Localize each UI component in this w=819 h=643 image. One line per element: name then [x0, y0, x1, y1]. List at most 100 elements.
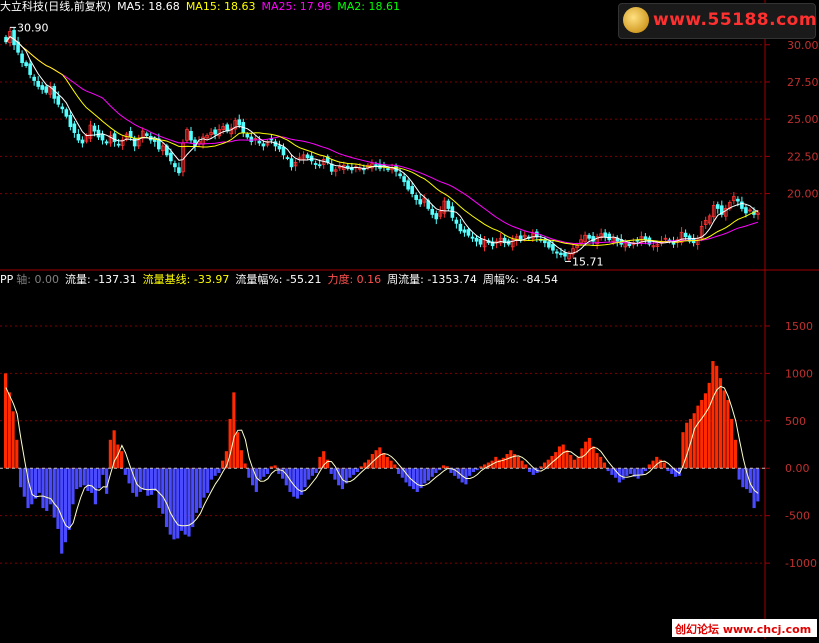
- flow-bar: [471, 468, 476, 473]
- candle-body: [44, 86, 49, 93]
- week-amp-value: 周幅%: -84.54: [482, 273, 558, 286]
- flow-bar: [295, 468, 300, 499]
- flow-bar: [355, 468, 359, 473]
- flow-tick-label: 1500: [785, 320, 813, 333]
- candle-body: [52, 86, 57, 99]
- flow-bar: [655, 456, 659, 469]
- flow-bar: [711, 361, 715, 469]
- flow-bar: [213, 468, 217, 476]
- watermark-55188-text: www.55188.com: [653, 10, 818, 30]
- candle-body: [466, 229, 471, 236]
- candle-body: [547, 241, 551, 248]
- price-header: 大立科技(日线,前复权) MA5: 18.68 MA15: 18.63 MA25: 1…: [0, 0, 406, 14]
- candle-body: [402, 176, 406, 183]
- stock-chart-stage: 30.90 15.71 20.00 22.50 25.00 27.50 30.00 -100…: [0, 0, 819, 639]
- flow-bar: [187, 468, 191, 537]
- axis-value: 轴: 0.00: [16, 273, 59, 286]
- price-tick-label: 22.50: [787, 150, 819, 163]
- stock-title: 大立科技(日线,前复权): [0, 0, 112, 13]
- candle-body: [478, 239, 483, 245]
- watermark-logo-icon: [623, 7, 649, 33]
- flow-bar: [310, 468, 315, 476]
- flow-bar: [621, 468, 625, 480]
- flow-tick-label: 1000: [785, 367, 813, 380]
- candle-body: [398, 173, 402, 177]
- flow-bar: [22, 468, 26, 497]
- flow-bar: [75, 468, 79, 490]
- flow-bar: [303, 468, 307, 488]
- candle-body: [434, 213, 439, 220]
- flow-bar: [254, 468, 258, 492]
- flow-panel[interactable]: [0, 361, 765, 554]
- flow-bar: [157, 468, 161, 509]
- flow-bar: [15, 439, 19, 469]
- flow-bar: [258, 468, 262, 480]
- flow-bar: [33, 468, 38, 499]
- price-panel[interactable]: 30.90 15.71: [4, 21, 760, 268]
- candle-body: [277, 145, 282, 150]
- flow-bar: [239, 450, 243, 469]
- candle-body: [12, 30, 16, 46]
- flow-bar: [7, 392, 11, 469]
- flow-bar: [737, 468, 741, 480]
- candle-body: [555, 251, 559, 254]
- candle-body: [470, 236, 475, 239]
- flow-bar: [164, 468, 169, 528]
- candle-body: [305, 154, 310, 159]
- flow-bar: [385, 456, 389, 469]
- flow-bar: [599, 456, 603, 469]
- candle-body: [418, 199, 423, 205]
- flow-bar: [426, 468, 431, 481]
- force-value: 力度: 0.16: [327, 273, 382, 286]
- candle-body: [128, 130, 133, 138]
- flow-bar: [726, 399, 730, 469]
- price-tick-label: 20.00: [787, 188, 819, 201]
- candle-body: [462, 229, 467, 233]
- indicator-header: PP 轴: 0.00 流量: -137.31 流量基线: -33.97 流量幅%: -5…: [0, 273, 564, 287]
- candle-body: [32, 76, 36, 81]
- candle-body: [56, 96, 61, 105]
- y-axis-labels: 20.00 22.50 25.00 27.50 30.00 -1000 -500 0.00 50…: [765, 39, 819, 570]
- candle-body: [112, 133, 117, 142]
- candle-body: [36, 80, 40, 87]
- flow-bar: [363, 462, 367, 469]
- flow-bar: [722, 390, 726, 469]
- flow-bar: [685, 422, 689, 469]
- flow-bar: [78, 468, 83, 488]
- candle-body: [446, 200, 451, 209]
- candle-body: [237, 119, 242, 126]
- flow-tick-label: -1000: [785, 557, 817, 570]
- flow-bar: [97, 468, 101, 489]
- ma25-value: MA25: 17.96: [261, 0, 332, 13]
- candle-body: [257, 140, 262, 144]
- flow-bar: [63, 468, 68, 543]
- flow-bar: [561, 444, 565, 469]
- flow-bar: [415, 468, 419, 492]
- candle-body: [414, 194, 418, 200]
- flow-bar: [718, 378, 723, 469]
- flow-bar: [520, 460, 524, 469]
- flow-bar: [733, 439, 737, 469]
- price-tick-label: 27.50: [787, 76, 819, 89]
- flow-bar: [206, 468, 210, 493]
- flow-bar: [292, 468, 296, 497]
- watermark-chcj: 创幻论坛 www.chcj.com: [672, 619, 817, 637]
- flow-bar: [352, 468, 356, 475]
- flow-bar: [202, 468, 206, 498]
- flow-bar: [236, 432, 240, 469]
- candle-body: [64, 109, 69, 117]
- flow-amp-value: 流量幅%: -55.21: [235, 273, 322, 286]
- candle-body: [551, 244, 555, 251]
- candle-body: [28, 63, 32, 75]
- candle-body: [169, 152, 173, 162]
- flow-bar: [756, 468, 760, 502]
- flow-bar: [700, 399, 704, 469]
- flow-bar: [348, 468, 352, 478]
- candle-body: [92, 125, 97, 132]
- flow-bar: [30, 468, 34, 505]
- ma2-value: MA2: 18.61: [337, 0, 400, 13]
- chart-svg[interactable]: 30.90 15.71 20.00 22.50 25.00 27.50 30.00 -100…: [0, 0, 819, 639]
- flow-bar: [542, 462, 547, 469]
- flow-bar: [221, 460, 225, 469]
- candle-body: [518, 235, 523, 241]
